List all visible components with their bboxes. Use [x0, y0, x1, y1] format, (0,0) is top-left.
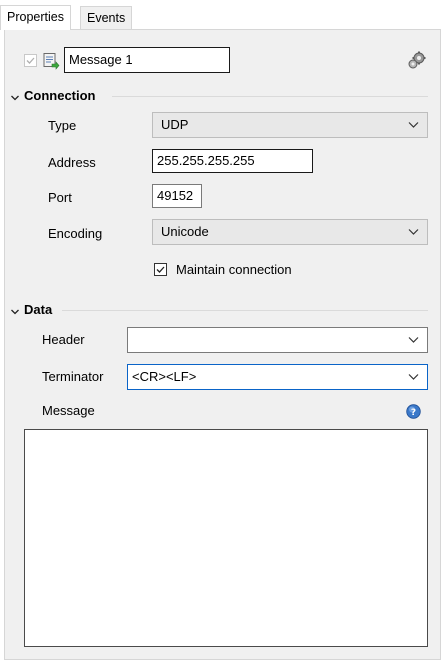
terminator-select-value: <CR><LF>: [132, 369, 197, 384]
encoding-select-value: Unicode: [161, 224, 209, 239]
address-field[interactable]: 255.255.255.255: [152, 149, 313, 173]
type-label: Type: [48, 118, 77, 133]
section-divider: [62, 310, 428, 311]
section-data-label[interactable]: Data: [24, 302, 52, 317]
section-connection-label[interactable]: Connection: [24, 88, 96, 103]
chevron-down-icon: [408, 337, 419, 343]
port-field[interactable]: 49152: [152, 184, 202, 208]
header-label: Header: [42, 332, 85, 347]
help-icon[interactable]: ?: [406, 404, 421, 419]
chevron-down-icon: [408, 229, 419, 235]
chevron-down-icon[interactable]: [10, 91, 20, 101]
maintain-connection-label[interactable]: Maintain connection: [176, 262, 292, 278]
message-send-icon: [42, 52, 60, 70]
header-select[interactable]: [127, 327, 428, 353]
type-select-value: UDP: [161, 117, 189, 132]
terminator-select[interactable]: <CR><LF>: [127, 364, 428, 390]
port-label: Port: [48, 190, 72, 205]
check-icon: [156, 266, 165, 273]
gears-icon[interactable]: [406, 51, 428, 71]
type-select[interactable]: UDP: [152, 112, 428, 138]
tab-properties[interactable]: Properties: [0, 5, 71, 30]
terminator-label: Terminator: [42, 369, 104, 384]
encoding-label: Encoding: [48, 226, 103, 241]
chevron-down-icon[interactable]: [10, 305, 20, 315]
tab-events[interactable]: Events: [80, 6, 133, 30]
tab-strip: Properties Events: [0, 0, 443, 30]
check-icon: [26, 57, 35, 64]
maintain-connection-checkbox[interactable]: [154, 263, 167, 276]
address-label: Address: [48, 155, 96, 170]
svg-text:?: ?: [411, 408, 416, 418]
encoding-select[interactable]: Unicode: [152, 219, 428, 245]
chevron-down-icon: [408, 374, 419, 380]
message-label: Message: [42, 403, 95, 418]
chevron-down-icon: [408, 122, 419, 128]
section-divider: [112, 96, 428, 97]
message-name-field[interactable]: Message 1: [64, 47, 230, 73]
message-textarea[interactable]: [24, 429, 428, 647]
enabled-checkbox[interactable]: [24, 54, 37, 67]
